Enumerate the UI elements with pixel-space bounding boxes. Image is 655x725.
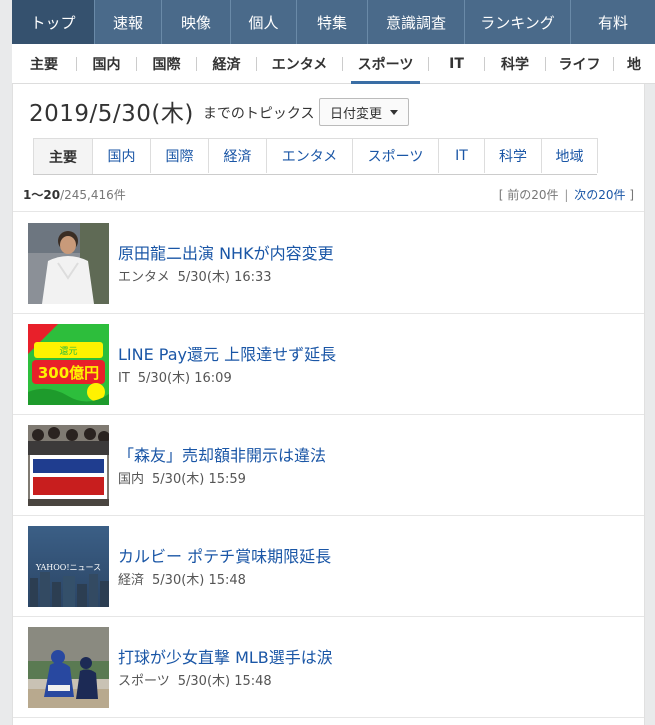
person-photo-icon — [28, 223, 109, 304]
yahoo-news-placeholder-icon: YAHOO!ニュース — [28, 526, 109, 607]
change-date-button[interactable]: 日付変更 — [319, 98, 409, 126]
category-nav-sports[interactable]: スポーツ — [343, 44, 428, 84]
category-nav-domestic[interactable]: 国内 — [77, 44, 136, 84]
news-time: 5/30(木) 15:48 — [152, 573, 246, 588]
top-nav-tab-paid[interactable]: 有料 — [571, 0, 655, 44]
result-range: 1〜20 — [23, 188, 61, 202]
news-title[interactable]: カルビー ポテチ賞味期限延長 — [118, 543, 331, 567]
top-nav-tab-personal[interactable]: 個人 — [231, 0, 297, 44]
news-title[interactable]: LINE Pay還元 上限達せず延長 — [118, 341, 336, 365]
category-nav-world[interactable]: 国際 — [137, 44, 196, 84]
tab-domestic[interactable]: 国内 — [92, 138, 151, 173]
news-time: 5/30(木) 16:09 — [137, 371, 232, 386]
news-thumbnail — [28, 223, 109, 304]
line-banner-caption: 還元 — [59, 345, 77, 357]
tab-economy[interactable]: 経済 — [208, 138, 267, 173]
category-nav-economy[interactable]: 経済 — [197, 44, 256, 84]
category-nav: 主要 国内 国際 経済 エンタメ スポーツ IT 科学 ライフ 地 — [12, 44, 655, 84]
news-category: 国内 — [118, 472, 145, 487]
change-date-label: 日付変更 — [329, 106, 382, 122]
category-nav-entertainment[interactable]: エンタメ — [257, 44, 342, 84]
news-category: IT — [118, 371, 130, 386]
tab-local[interactable]: 地域 — [541, 138, 598, 173]
result-count-bar: 1〜20/245,416件 [ 前の20件 | 次の20件 ] — [13, 174, 644, 212]
category-nav-science[interactable]: 科学 — [485, 44, 545, 84]
yahoo-news-logo-text: YAHOO!ニュース — [35, 563, 101, 572]
category-nav-main[interactable]: 主要 — [12, 44, 76, 84]
category-nav-local[interactable]: 地 — [614, 44, 654, 84]
tab-it[interactable]: IT — [438, 138, 485, 173]
top-nav-tab-video[interactable]: 映像 — [162, 0, 231, 44]
news-meta: スポーツ 5/30(木) 15:48 — [118, 670, 272, 689]
news-thumbnail: 還元 300億円 — [28, 324, 109, 405]
news-item[interactable]: 「森友」売却額非開示は違法 国内 5/30(木) 15:59 — [13, 415, 644, 516]
topics-panel: 2019/5/30(木) までのトピックス 日付変更 主要 国内 国際 経済 エ… — [12, 84, 645, 725]
news-category: 経済 — [118, 573, 145, 588]
pagination-divider: | — [564, 188, 569, 202]
line-pay-banner-icon: 還元 300億円 — [28, 324, 109, 405]
news-title[interactable]: 原田龍二出演 NHKが内容変更 — [118, 240, 334, 264]
result-total: /245,416件 — [60, 188, 126, 202]
category-tabs: 主要 国内 国際 経済 エンタメ スポーツ IT 科学 地域 — [33, 138, 598, 175]
tab-world[interactable]: 国際 — [150, 138, 209, 173]
news-category: スポーツ — [118, 674, 170, 689]
news-thumbnail — [28, 627, 109, 708]
protest-photo-icon — [28, 425, 109, 506]
news-item[interactable]: 原田龍二出演 NHKが内容変更 エンタメ 5/30(木) 16:33 — [13, 213, 644, 314]
category-nav-it[interactable]: IT — [429, 44, 484, 84]
tab-sports[interactable]: スポーツ — [352, 138, 439, 173]
news-thumbnail — [28, 425, 109, 506]
prev-page-text: 前の20件 — [507, 188, 559, 202]
news-meta: 国内 5/30(木) 15:59 — [118, 468, 246, 487]
top-nav: トップ 速報 映像 個人 特集 意識調査 ランキング 有料 — [12, 0, 655, 44]
news-item[interactable]: 還元 300億円 LINE Pay還元 上限達せず延長 IT 5/30(木) 16… — [13, 314, 644, 415]
baseball-photo-icon — [28, 627, 109, 708]
top-nav-tab-ranking[interactable]: ランキング — [465, 0, 571, 44]
news-item[interactable]: 打球が少女直撃 MLB選手は涙 スポーツ 5/30(木) 15:48 — [13, 617, 644, 718]
news-time: 5/30(木) 16:33 — [177, 270, 272, 285]
tab-entertainment[interactable]: エンタメ — [266, 138, 353, 173]
news-category: エンタメ — [118, 270, 170, 285]
top-nav-tab-feature[interactable]: 特集 — [297, 0, 368, 44]
topics-date-suffix: までのトピックス — [202, 106, 315, 122]
tab-science[interactable]: 科学 — [484, 138, 542, 173]
tab-main[interactable]: 主要 — [33, 138, 93, 174]
news-meta: IT 5/30(木) 16:09 — [118, 367, 232, 386]
pagination-close-bracket: ] — [629, 188, 634, 202]
news-time: 5/30(木) 15:48 — [177, 674, 272, 689]
caret-down-icon — [390, 109, 398, 115]
line-banner-amount: 300億円 — [38, 364, 99, 382]
top-nav-tab-breaking[interactable]: 速報 — [95, 0, 162, 44]
top-nav-tab-top[interactable]: トップ — [12, 0, 95, 44]
news-thumbnail: YAHOO!ニュース — [28, 526, 109, 607]
topics-date: 2019/5/30(木) — [29, 101, 194, 127]
news-meta: エンタメ 5/30(木) 16:33 — [118, 266, 272, 285]
news-item[interactable]: YAHOO!ニュース カルビー ポテチ賞味期限延長 経済 5/30(木) 15:4… — [13, 516, 644, 617]
next-page-link[interactable]: 次の20件 — [574, 188, 625, 202]
result-count: 1〜20/245,416件 — [23, 186, 126, 203]
pagination-open-bracket: [ — [498, 188, 504, 202]
news-title[interactable]: 「森友」売却額非開示は違法 — [118, 442, 326, 466]
top-nav-tab-survey[interactable]: 意識調査 — [368, 0, 465, 44]
news-title[interactable]: 打球が少女直撃 MLB選手は涙 — [118, 644, 333, 668]
pagination: [ 前の20件 | 次の20件 ] — [499, 186, 634, 203]
date-heading: 2019/5/30(木) までのトピックス — [29, 94, 314, 128]
category-nav-life[interactable]: ライフ — [546, 44, 613, 84]
news-time: 5/30(木) 15:59 — [152, 472, 246, 487]
news-meta: 経済 5/30(木) 15:48 — [118, 569, 246, 588]
news-list: 原田龍二出演 NHKが内容変更 エンタメ 5/30(木) 16:33 還元 300… — [13, 213, 644, 718]
